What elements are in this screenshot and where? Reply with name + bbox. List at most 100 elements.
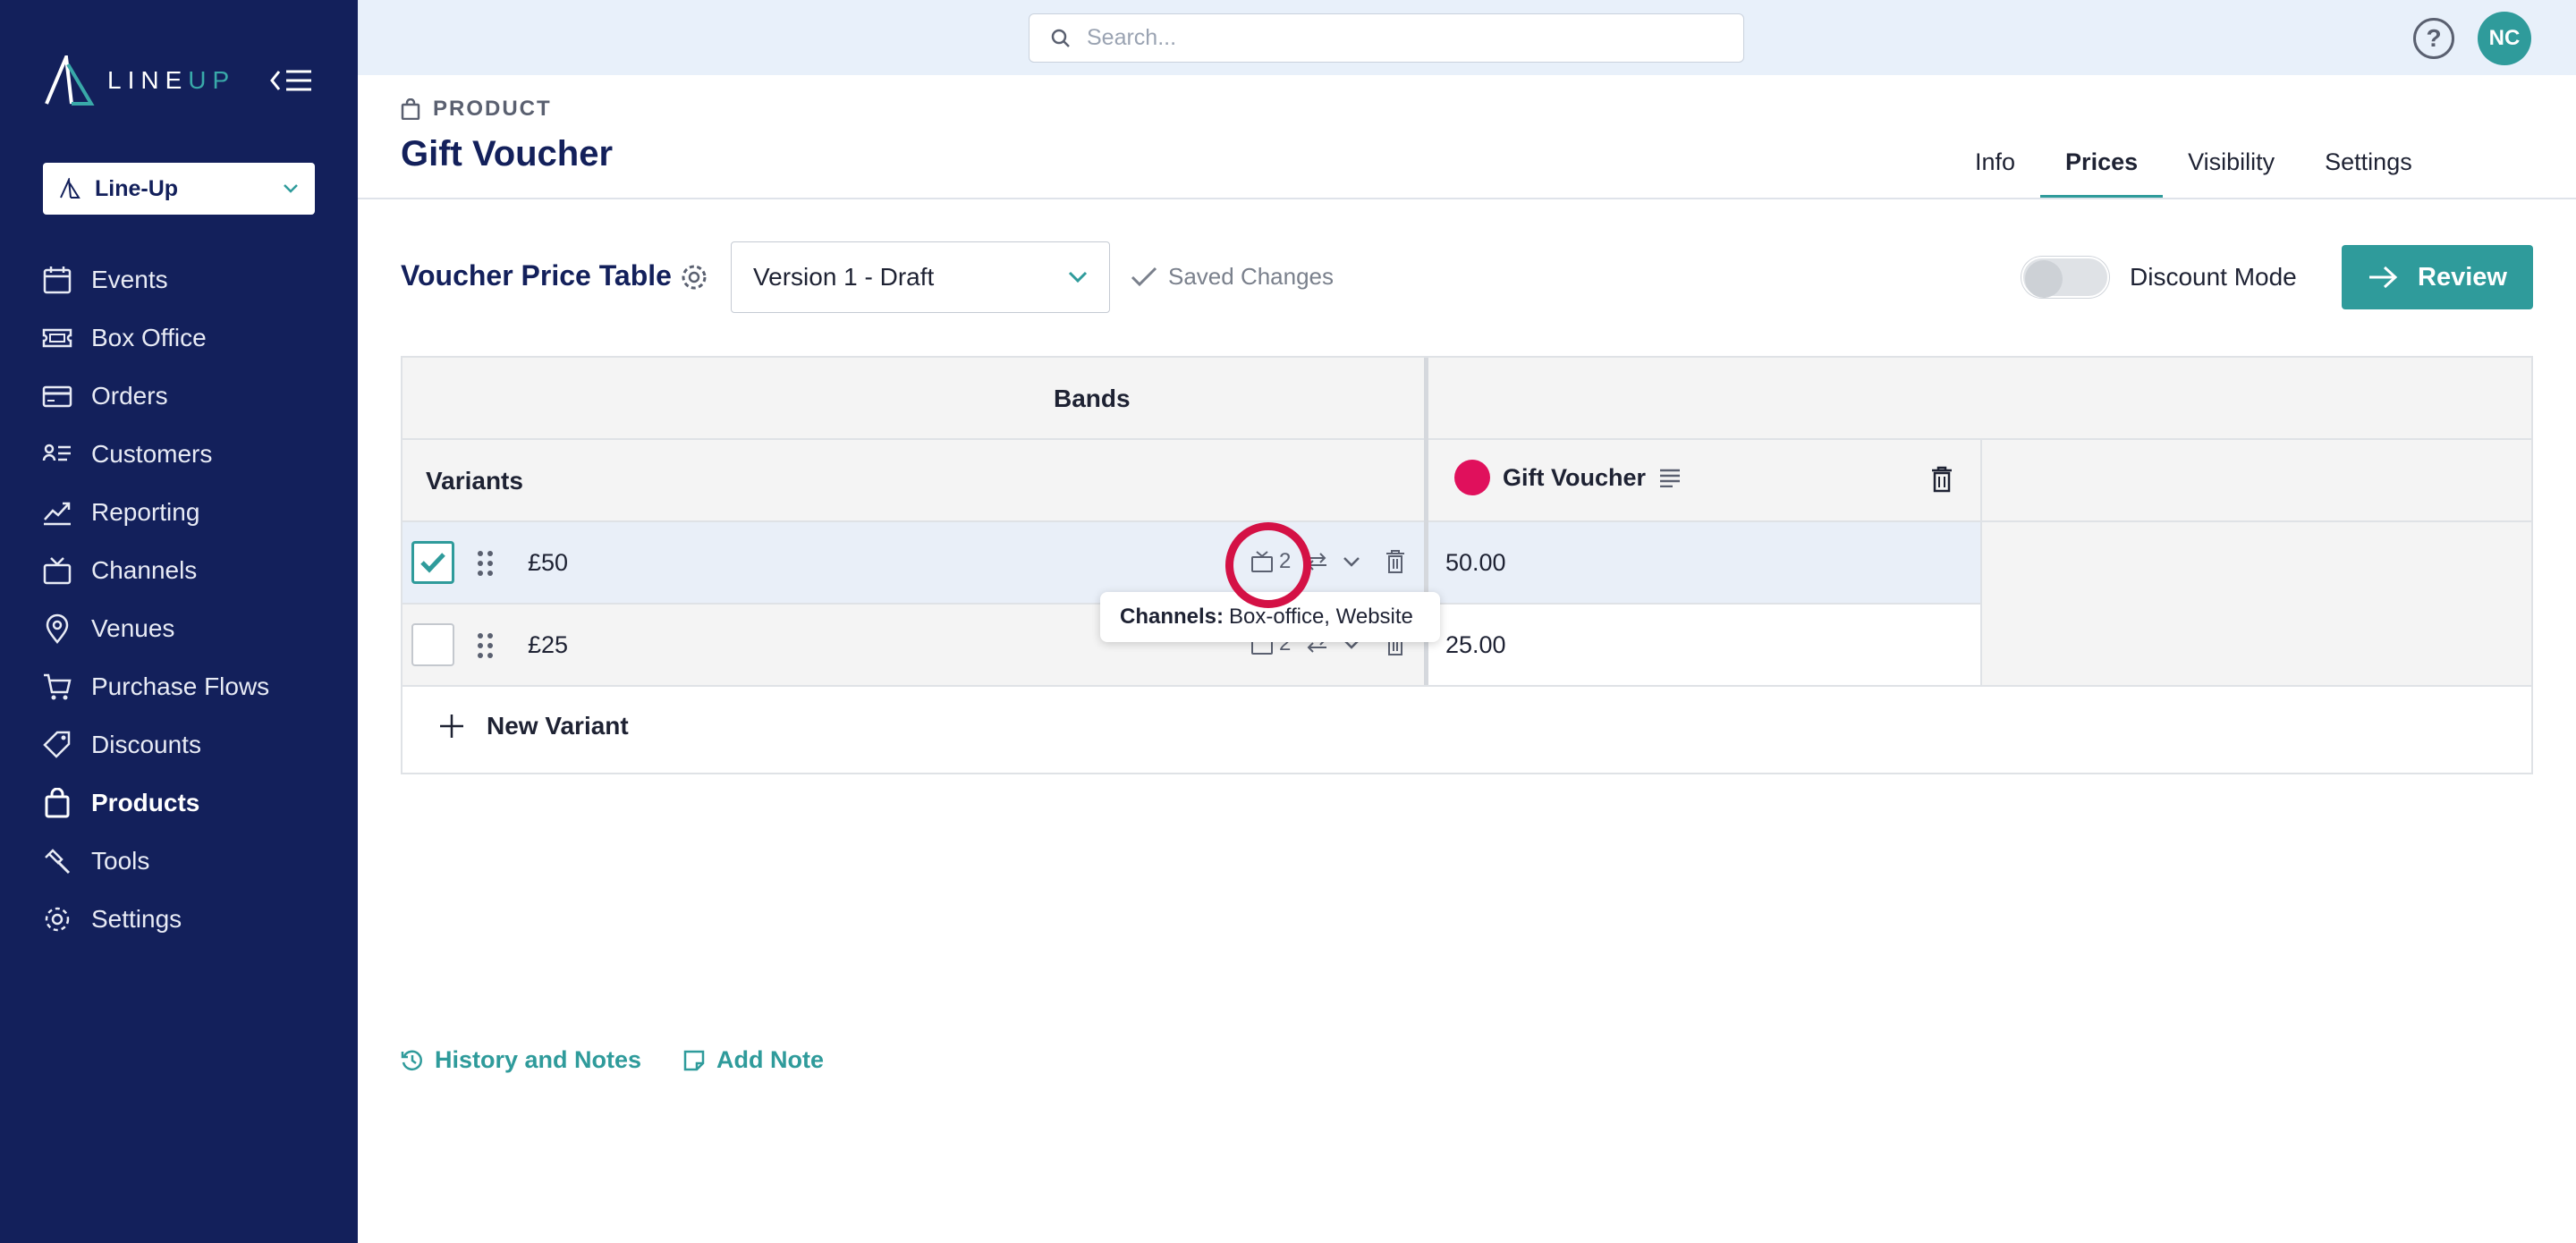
- add-note-label: Add Note: [716, 1046, 825, 1073]
- variants-header: Variants: [426, 467, 523, 495]
- help-button[interactable]: ?: [2413, 18, 2454, 59]
- cart-icon: [41, 671, 73, 703]
- add-note-link[interactable]: Add Note: [682, 1046, 824, 1074]
- chevron-down-icon: [1068, 271, 1088, 283]
- map-pin-icon: [41, 613, 73, 645]
- band-name: Gift Voucher: [1503, 463, 1647, 491]
- hammer-icon: [41, 845, 73, 877]
- logo-text: LINEUP: [107, 66, 236, 94]
- table-divider: [402, 438, 2531, 440]
- sidebar-item-products[interactable]: Products: [0, 774, 358, 832]
- bag-icon: [41, 787, 73, 819]
- sidebar-item-reporting[interactable]: Reporting: [0, 483, 358, 541]
- sidebar-item-label: Orders: [91, 381, 168, 410]
- saved-status-label: Saved Changes: [1168, 263, 1335, 290]
- variant-label[interactable]: £25: [528, 631, 568, 659]
- band-notes-icon[interactable]: [1658, 468, 1682, 487]
- sidebar-item-label: Channels: [91, 555, 198, 584]
- search-box[interactable]: [1029, 13, 1744, 63]
- table-column-divider: [1980, 439, 1982, 685]
- variant-actions: 2: [1250, 549, 1405, 574]
- price-table-title: Voucher Price Table: [401, 259, 672, 292]
- sidebar-item-customers[interactable]: Customers: [0, 425, 358, 483]
- sidebar-item-venues[interactable]: Venues: [0, 599, 358, 657]
- table-header-row-bands: [402, 358, 2531, 439]
- swap-button[interactable]: [1305, 552, 1328, 571]
- trash-icon: [1386, 550, 1405, 573]
- lineup-mini-icon: [60, 178, 80, 199]
- sidebar-item-channels[interactable]: Channels: [0, 541, 358, 599]
- sidebar-item-label: Purchase Flows: [91, 672, 270, 700]
- discount-mode-toggle[interactable]: [2021, 257, 2109, 298]
- ticket-icon: [41, 322, 73, 354]
- card-icon: [41, 380, 73, 412]
- page-title: Gift Voucher: [401, 134, 614, 173]
- sidebar-item-label: Reporting: [91, 497, 200, 526]
- sidebar-item-tools[interactable]: Tools: [0, 832, 358, 890]
- chart-line-icon: [41, 496, 73, 528]
- variant-label[interactable]: £50: [528, 549, 568, 577]
- channels-button[interactable]: 2: [1250, 549, 1291, 574]
- search-input[interactable]: [1087, 25, 1713, 51]
- lineup-logo-icon: [43, 55, 95, 106]
- price-table-settings-button[interactable]: [678, 261, 710, 298]
- tab-prices[interactable]: Prices: [2040, 132, 2164, 199]
- bag-icon: [401, 98, 420, 120]
- sidebar-item-box-office[interactable]: Box Office: [0, 309, 358, 367]
- version-select[interactable]: Version 1 - Draft: [731, 241, 1110, 313]
- check-icon: [420, 553, 445, 573]
- chevron-down-icon: [284, 184, 298, 193]
- drag-handle-icon: [478, 551, 493, 576]
- trash-icon: [1932, 466, 1952, 493]
- breadcrumb: PRODUCT: [401, 97, 552, 122]
- gear-icon: [682, 265, 707, 290]
- drag-handle[interactable]: [476, 549, 496, 582]
- sidebar-item-settings[interactable]: Settings: [0, 890, 358, 948]
- sidebar-item-purchase-flows[interactable]: Purchase Flows: [0, 657, 358, 715]
- collapse-sidebar-button[interactable]: [268, 64, 315, 97]
- lineup-logo[interactable]: LINEUP: [43, 55, 235, 106]
- new-variant-label: New Variant: [487, 712, 629, 740]
- sidebar-item-label: Venues: [91, 613, 175, 642]
- tooltip-value: Box-office, Website: [1229, 605, 1413, 629]
- new-variant-button[interactable]: New Variant: [438, 712, 629, 740]
- tab-settings[interactable]: Settings: [2300, 132, 2437, 199]
- user-avatar[interactable]: NC: [2478, 12, 2531, 65]
- sidebar: LINEUP Line-Up Events Box Office Orders …: [0, 0, 358, 1243]
- saved-status: Saved Changes: [1131, 263, 1334, 291]
- table-empty-cell: [1982, 522, 2531, 685]
- delete-band-button[interactable]: [1930, 466, 1953, 497]
- header-divider: [358, 198, 2576, 199]
- tab-info[interactable]: Info: [1950, 132, 2040, 199]
- arrow-right-icon: [2369, 266, 2398, 289]
- tab-visibility[interactable]: Visibility: [2163, 132, 2300, 199]
- sidebar-item-discounts[interactable]: Discounts: [0, 715, 358, 774]
- row-select-checkbox[interactable]: [411, 623, 454, 666]
- sidebar-item-label: Settings: [91, 904, 182, 933]
- bands-header: Bands: [1054, 385, 1131, 412]
- review-button[interactable]: Review: [2342, 245, 2533, 309]
- review-button-label: Review: [2418, 262, 2507, 292]
- sidebar-item-orders[interactable]: Orders: [0, 367, 358, 425]
- price-cell[interactable]: 25.00: [1445, 631, 1506, 659]
- channels-count: 2: [1279, 549, 1292, 573]
- organization-select[interactable]: Line-Up: [43, 163, 315, 215]
- discount-mode-label: Discount Mode: [2130, 263, 2297, 291]
- table-row-selected-bg: [402, 522, 1980, 603]
- check-icon: [1131, 266, 1157, 286]
- row-select-checkbox[interactable]: [411, 541, 454, 584]
- history-and-notes-link[interactable]: History and Notes: [401, 1046, 641, 1074]
- tv-icon: [41, 554, 73, 587]
- drag-handle[interactable]: [476, 631, 496, 664]
- band-header-gift-voucher[interactable]: Gift Voucher: [1454, 460, 1682, 495]
- history-and-notes-label: History and Notes: [435, 1046, 642, 1073]
- table-divider: [402, 685, 2531, 687]
- expand-button[interactable]: [1343, 555, 1360, 568]
- drag-handle-icon: [478, 633, 493, 658]
- swap-icon: [1307, 553, 1327, 571]
- price-cell[interactable]: 50.00: [1445, 549, 1506, 577]
- breadcrumb-label: PRODUCT: [433, 97, 552, 121]
- delete-variant-button[interactable]: [1385, 550, 1405, 573]
- collapse-menu-icon: [270, 70, 311, 91]
- sidebar-item-events[interactable]: Events: [0, 250, 358, 309]
